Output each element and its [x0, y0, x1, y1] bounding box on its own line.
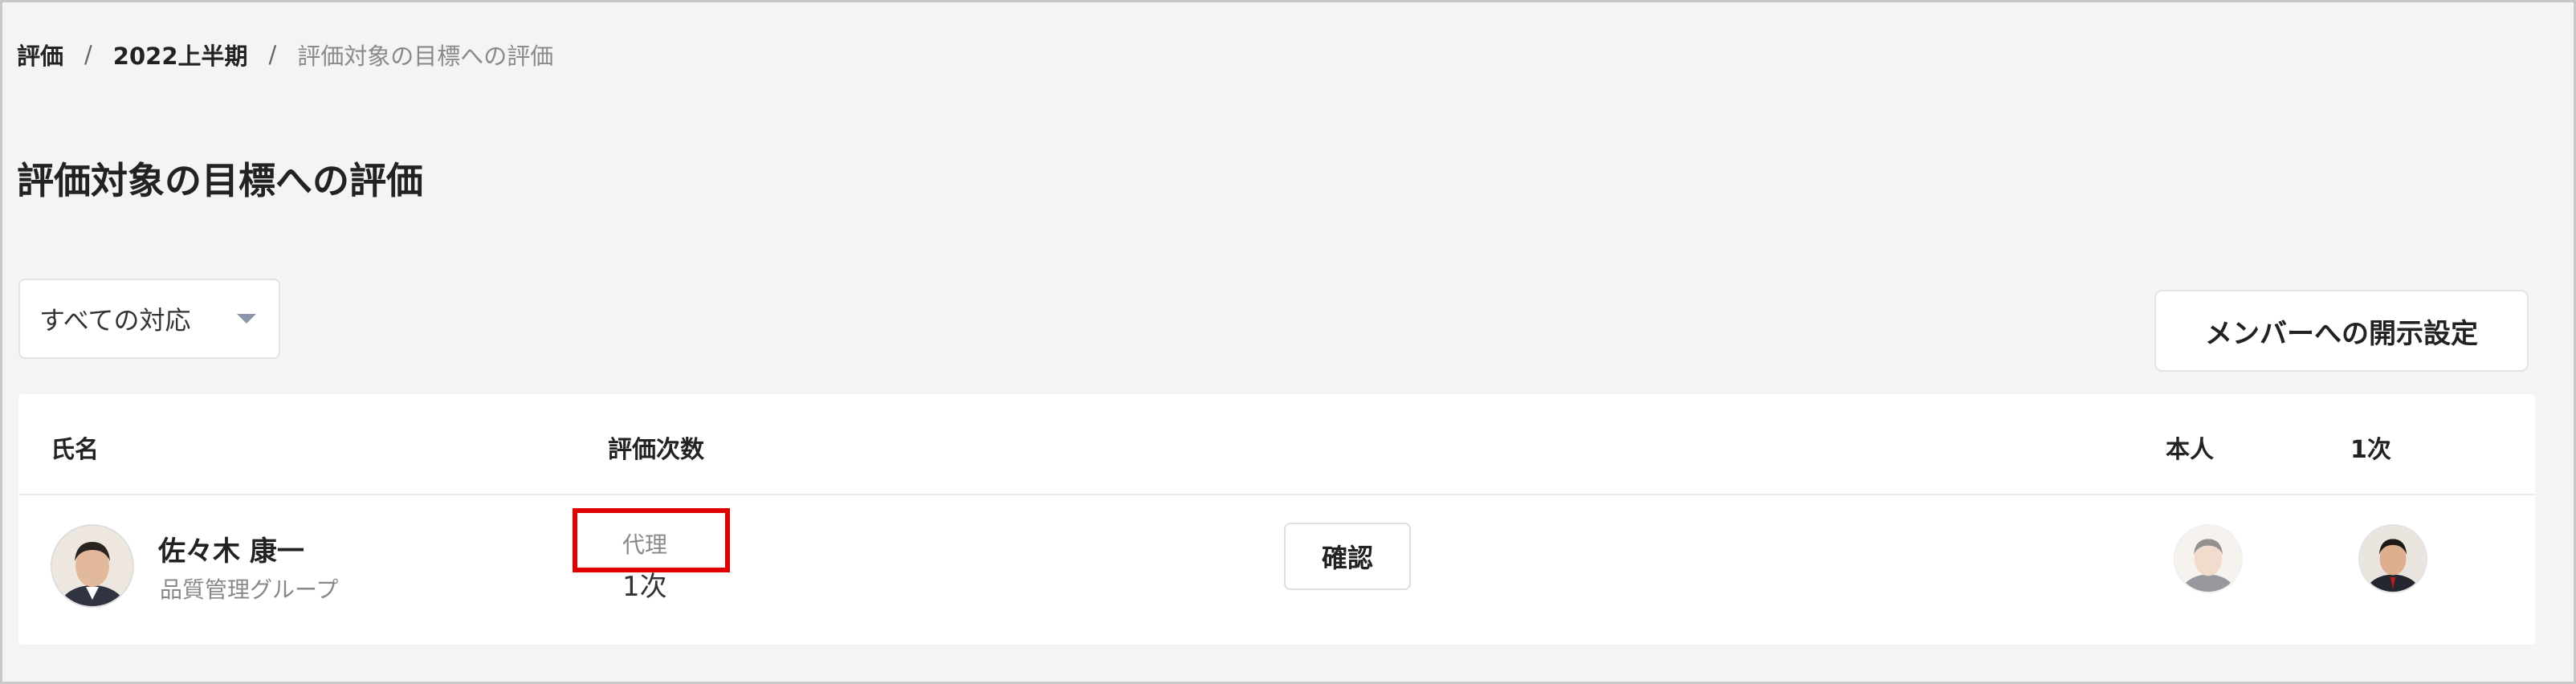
person-photo-icon [2360, 526, 2426, 592]
breadcrumb-item-evaluation[interactable]: 評価 [17, 38, 63, 71]
column-header-eval-count: 評価次数 [608, 436, 704, 464]
table-header: 氏名 評価次数 本人 1次 [18, 394, 2535, 495]
proxy-label: 代理 [622, 531, 668, 558]
column-header-self: 本人 [2166, 436, 2214, 464]
breadcrumb-item-current: 評価対象の目標への評価 [297, 43, 554, 70]
first-evaluator-avatar[interactable] [2358, 524, 2427, 593]
self-evaluator-avatar[interactable] [2174, 524, 2243, 593]
breadcrumb-item-period[interactable]: 2022上半期 [113, 38, 248, 71]
confirm-button[interactable]: 確認 [1284, 523, 1411, 590]
person-photo-icon [52, 526, 132, 606]
table-row[interactable]: 佐々木 康一 品質管理グループ 代理 1次 確認 [18, 495, 2535, 645]
employee-name[interactable]: 佐々木 康一 [158, 529, 304, 568]
filter-selected-value: すべての対応 [39, 305, 191, 336]
caret-down-icon [237, 314, 256, 324]
evaluation-table: 氏名 評価次数 本人 1次 佐々木 康一 品質管理グループ 代理 1次 確認 [18, 394, 2535, 645]
breadcrumb-separator: / [84, 41, 92, 68]
breadcrumb: 評価 / 2022上半期 / 評価対象の目標への評価 [17, 38, 553, 71]
page-title: 評価対象の目標への評価 [17, 159, 423, 202]
person-photo-icon [2175, 526, 2241, 592]
eval-count-value: 1次 [622, 571, 667, 603]
avatar [51, 524, 134, 608]
filter-dropdown[interactable]: すべての対応 [18, 279, 280, 359]
member-disclosure-settings-button[interactable]: メンバーへの開示設定 [2154, 290, 2529, 372]
column-header-name: 氏名 [51, 436, 99, 464]
employee-group: 品質管理グループ [160, 576, 339, 603]
breadcrumb-separator: / [268, 41, 277, 68]
column-header-first: 1次 [2350, 436, 2391, 464]
